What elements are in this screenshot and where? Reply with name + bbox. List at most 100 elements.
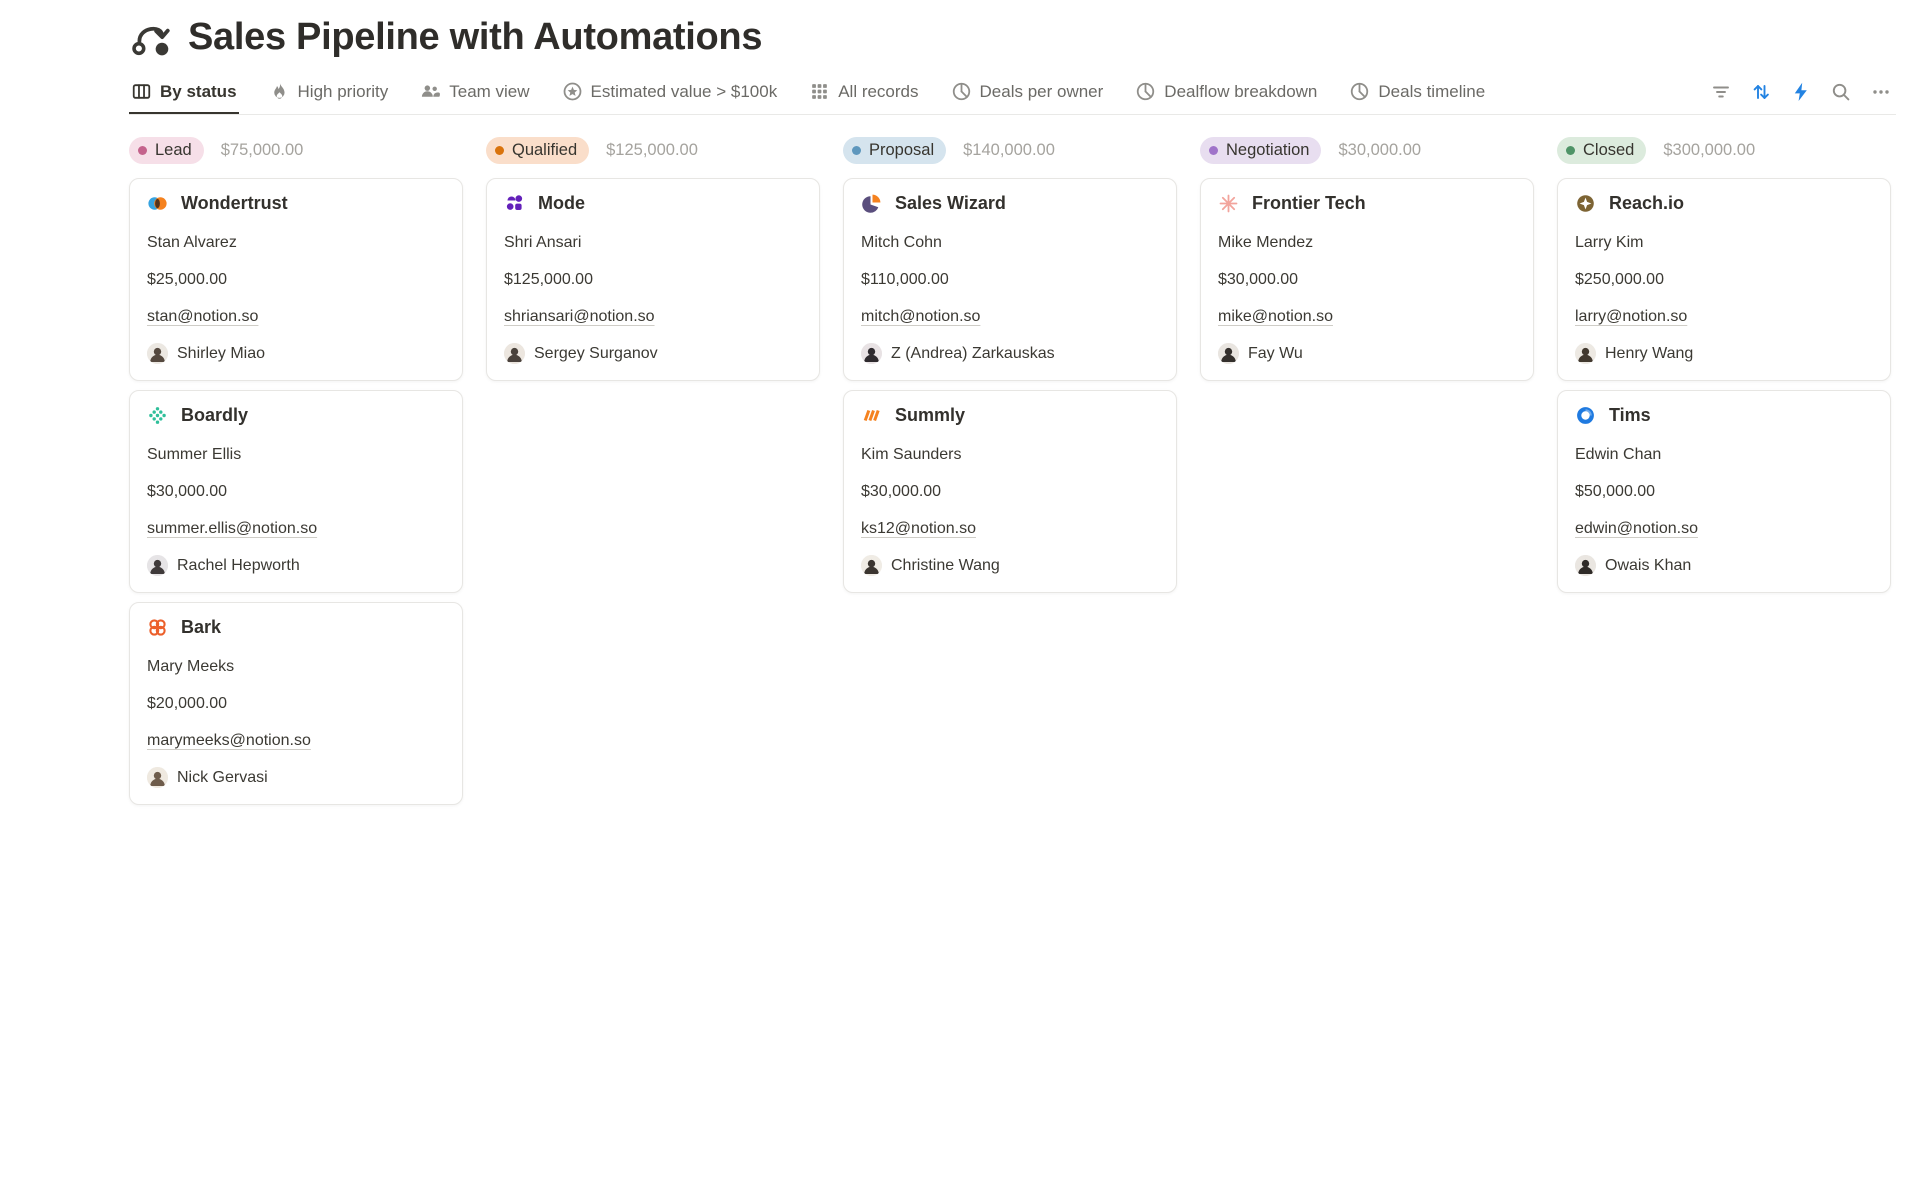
deal-owner: Z (Andrea) Zarkauskas <box>891 345 1055 363</box>
pie-chart-icon <box>951 81 972 102</box>
status-label: Negotiation <box>1226 141 1309 160</box>
avatar <box>147 767 168 788</box>
saleswizard-pie-icon <box>861 193 882 214</box>
deal-owner: Owais Khan <box>1605 557 1691 575</box>
status-badge: Qualified <box>486 137 589 164</box>
deal-email[interactable]: larry@notion.so <box>1575 306 1687 327</box>
column-closed: Closed $300,000.00 Reach.io Larry Kim $2… <box>1557 135 1891 602</box>
deal-company: Tims <box>1609 405 1651 426</box>
tab-label: Deals per owner <box>980 82 1104 102</box>
tab-all-records[interactable]: All records <box>807 73 920 114</box>
grid-icon <box>809 81 830 102</box>
deal-owner-row: Owais Khan <box>1575 555 1873 576</box>
pie-chart-icon <box>1135 81 1156 102</box>
status-dot-icon <box>1566 146 1575 155</box>
deal-contact: Shri Ansari <box>504 232 802 253</box>
status-label: Lead <box>155 141 192 160</box>
tab-deals-per-owner[interactable]: Deals per owner <box>949 73 1106 114</box>
deal-contact: Mitch Cohn <box>861 232 1159 253</box>
deal-card-mode[interactable]: Mode Shri Ansari $125,000.00 shriansari@… <box>486 178 820 381</box>
view-toolbar <box>1706 78 1896 114</box>
deal-contact: Summer Ellis <box>147 444 445 465</box>
deal-email[interactable]: mike@notion.so <box>1218 306 1333 327</box>
avatar <box>147 555 168 576</box>
column-header[interactable]: Lead $75,000.00 <box>129 135 463 165</box>
avatar <box>861 555 882 576</box>
deal-contact: Edwin Chan <box>1575 444 1873 465</box>
column-sum: $30,000.00 <box>1338 141 1421 160</box>
automation-bolt-icon[interactable] <box>1786 78 1816 106</box>
column-lead: Lead $75,000.00 Wondertrust Stan Alvarez… <box>129 135 463 814</box>
deal-company: Mode <box>538 193 585 214</box>
tab-by-status[interactable]: By status <box>129 73 239 114</box>
deal-email[interactable]: stan@notion.so <box>147 306 258 327</box>
filter-icon[interactable] <box>1706 78 1736 106</box>
deal-company: Wondertrust <box>181 193 288 214</box>
deal-company: Frontier Tech <box>1252 193 1366 214</box>
tab-label: Deals timeline <box>1378 82 1485 102</box>
deal-owner: Christine Wang <box>891 557 1000 575</box>
view-tabs: By status High priority Team view Estima… <box>129 73 1515 114</box>
search-icon[interactable] <box>1826 78 1856 106</box>
deal-email[interactable]: marymeeks@notion.so <box>147 730 311 751</box>
more-icon[interactable] <box>1866 78 1896 106</box>
tab-label: Estimated value > $100k <box>591 82 778 102</box>
deal-card-summly[interactable]: Summly Kim Saunders $30,000.00 ks12@noti… <box>843 390 1177 593</box>
status-badge: Lead <box>129 137 204 164</box>
deal-company: Bark <box>181 617 221 638</box>
deal-card-sales-wizard[interactable]: Sales Wizard Mitch Cohn $110,000.00 mitc… <box>843 178 1177 381</box>
deal-card-wondertrust[interactable]: Wondertrust Stan Alvarez $25,000.00 stan… <box>129 178 463 381</box>
tab-team-view[interactable]: Team view <box>418 73 531 114</box>
deal-email[interactable]: summer.ellis@notion.so <box>147 518 317 539</box>
deal-amount: $50,000.00 <box>1575 481 1873 502</box>
column-negotiation: Negotiation $30,000.00 Frontier Tech Mik… <box>1200 135 1534 390</box>
deal-owner-row: Christine Wang <box>861 555 1159 576</box>
deal-card-reachio[interactable]: Reach.io Larry Kim $250,000.00 larry@not… <box>1557 178 1891 381</box>
column-header[interactable]: Negotiation $30,000.00 <box>1200 135 1534 165</box>
deal-owner: Nick Gervasi <box>177 769 268 787</box>
deal-email[interactable]: edwin@notion.so <box>1575 518 1698 539</box>
deal-owner-row: Sergey Surganov <box>504 343 802 364</box>
column-header[interactable]: Proposal $140,000.00 <box>843 135 1177 165</box>
flame-icon <box>269 81 290 102</box>
page-header: Sales Pipeline with Automations <box>131 16 1896 59</box>
column-proposal: Proposal $140,000.00 Sales Wizard Mitch … <box>843 135 1177 602</box>
sort-icon[interactable] <box>1746 78 1776 106</box>
summly-stripes-icon <box>861 405 882 426</box>
deal-company: Reach.io <box>1609 193 1684 214</box>
tab-label: Team view <box>449 82 529 102</box>
deal-card-boardly[interactable]: Boardly Summer Ellis $30,000.00 summer.e… <box>129 390 463 593</box>
deal-card-bark[interactable]: Bark Mary Meeks $20,000.00 marymeeks@not… <box>129 602 463 805</box>
deal-contact: Kim Saunders <box>861 444 1159 465</box>
deal-email[interactable]: shriansari@notion.so <box>504 306 655 327</box>
avatar <box>1575 555 1596 576</box>
deal-owner: Shirley Miao <box>177 345 265 363</box>
deal-amount: $30,000.00 <box>1218 269 1516 290</box>
column-sum: $300,000.00 <box>1663 141 1755 160</box>
bark-clover-icon <box>147 617 168 638</box>
tab-high-priority[interactable]: High priority <box>267 73 391 114</box>
column-sum: $140,000.00 <box>963 141 1055 160</box>
tab-dealflow-breakdown[interactable]: Dealflow breakdown <box>1133 73 1319 114</box>
tab-estimated-value[interactable]: Estimated value > $100k <box>560 73 780 114</box>
deal-amount: $110,000.00 <box>861 269 1159 290</box>
star-circle-icon <box>562 81 583 102</box>
deal-email[interactable]: ks12@notion.so <box>861 518 976 539</box>
deal-owner: Henry Wang <box>1605 345 1693 363</box>
deal-amount: $25,000.00 <box>147 269 445 290</box>
status-label: Proposal <box>869 141 934 160</box>
board-columns-icon <box>131 81 152 102</box>
deal-company: Summly <box>895 405 965 426</box>
deal-contact: Mike Mendez <box>1218 232 1516 253</box>
deal-card-tims[interactable]: Tims Edwin Chan $50,000.00 edwin@notion.… <box>1557 390 1891 593</box>
automation-arrow-icon <box>131 17 173 59</box>
boardly-dots-icon <box>147 405 168 426</box>
column-header[interactable]: Qualified $125,000.00 <box>486 135 820 165</box>
column-header[interactable]: Closed $300,000.00 <box>1557 135 1891 165</box>
deal-email[interactable]: mitch@notion.so <box>861 306 980 327</box>
status-label: Qualified <box>512 141 577 160</box>
tab-deals-timeline[interactable]: Deals timeline <box>1347 73 1487 114</box>
deal-owner: Fay Wu <box>1248 345 1303 363</box>
status-dot-icon <box>138 146 147 155</box>
deal-card-frontier-tech[interactable]: Frontier Tech Mike Mendez $30,000.00 mik… <box>1200 178 1534 381</box>
